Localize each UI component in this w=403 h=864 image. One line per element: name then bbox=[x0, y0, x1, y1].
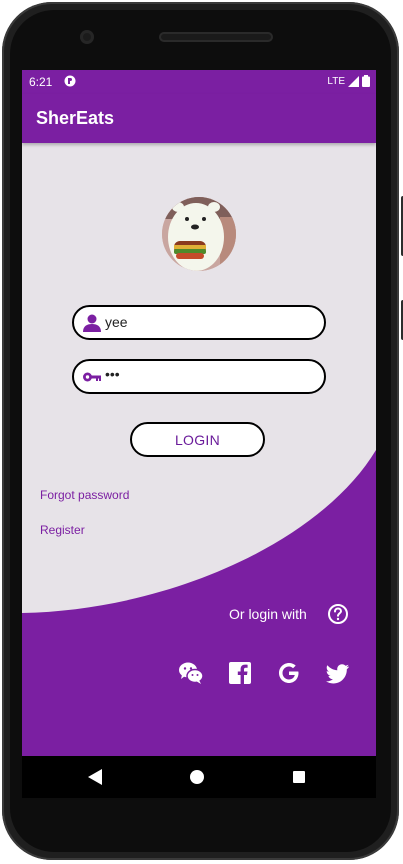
login-button[interactable]: LOGIN bbox=[130, 422, 265, 457]
network-type: LTE bbox=[327, 75, 345, 87]
earpiece-speaker bbox=[159, 32, 273, 42]
password-value: ••• bbox=[105, 366, 120, 382]
username-field[interactable]: yee bbox=[72, 305, 326, 340]
or-login-with-label: Or login with bbox=[229, 606, 307, 622]
twitter-icon[interactable] bbox=[325, 660, 351, 686]
person-icon bbox=[83, 314, 101, 332]
status-bar: 6:21 LTE bbox=[22, 70, 376, 94]
app-bar: SherEats bbox=[22, 94, 376, 143]
facebook-icon[interactable] bbox=[227, 660, 253, 686]
google-icon[interactable] bbox=[276, 660, 302, 686]
forgot-password-link[interactable]: Forgot password bbox=[40, 488, 129, 502]
battery-icon bbox=[362, 75, 370, 87]
status-time: 6:21 bbox=[29, 75, 53, 89]
status-right: LTE bbox=[327, 75, 370, 87]
notification-icon bbox=[64, 75, 76, 87]
bear-avatar-image bbox=[162, 197, 236, 271]
app-screen: 6:21 LTE SherEats yee ••• LOGIN Forgot p… bbox=[22, 70, 376, 756]
password-field[interactable]: ••• bbox=[72, 359, 326, 394]
navigation-bar bbox=[22, 756, 376, 798]
wechat-icon[interactable] bbox=[178, 660, 204, 686]
signal-icon bbox=[348, 75, 359, 87]
username-value: yee bbox=[105, 314, 128, 330]
recents-icon[interactable] bbox=[293, 771, 305, 783]
front-camera bbox=[80, 30, 94, 44]
purple-curve-background bbox=[22, 450, 376, 756]
key-icon bbox=[83, 372, 101, 382]
register-link[interactable]: Register bbox=[40, 523, 85, 537]
help-icon[interactable] bbox=[327, 603, 349, 625]
profile-avatar[interactable] bbox=[162, 197, 236, 271]
home-icon[interactable] bbox=[190, 770, 204, 784]
app-title: SherEats bbox=[36, 108, 115, 128]
back-icon[interactable] bbox=[88, 769, 102, 785]
